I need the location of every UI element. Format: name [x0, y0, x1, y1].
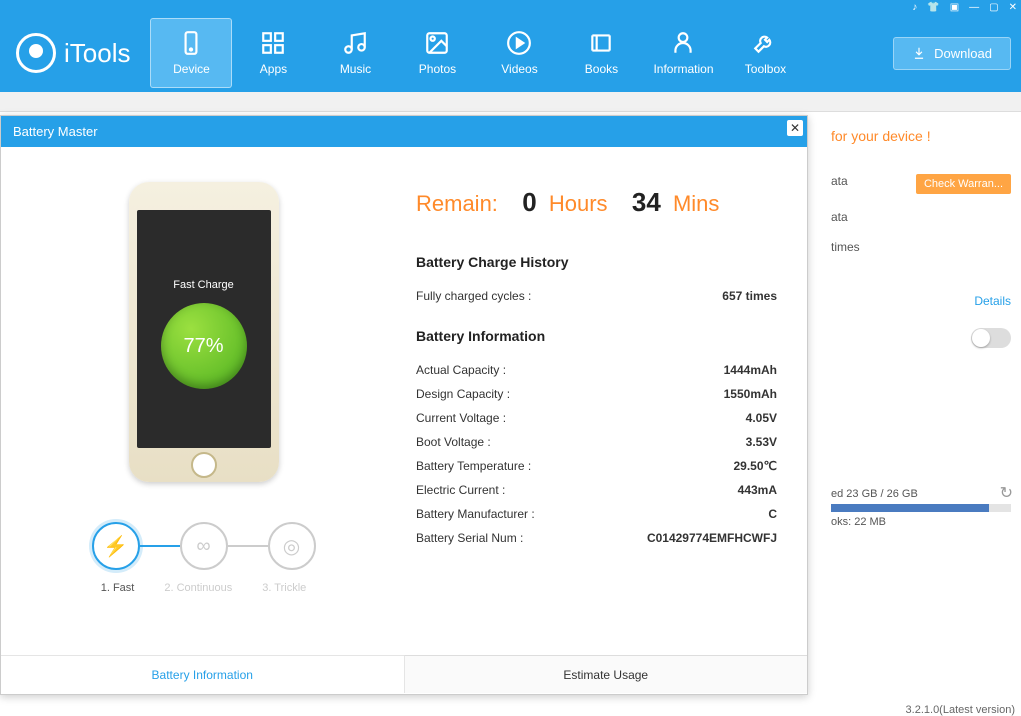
- nav-apps[interactable]: Apps: [232, 14, 314, 92]
- row-cycles: Fully charged cycles : 657 times: [416, 284, 777, 308]
- minimize-icon[interactable]: —: [969, 2, 979, 13]
- maximize-icon[interactable]: ▢: [989, 2, 998, 13]
- version-label: 3.2.1.0(Latest version): [906, 704, 1015, 716]
- nav-information[interactable]: Information: [642, 14, 724, 92]
- modal-header: Battery Master: [1, 116, 807, 147]
- details-link[interactable]: Details: [831, 294, 1011, 308]
- modal-close-button[interactable]: ✕: [787, 120, 803, 136]
- phone-mockup: Fast Charge 77%: [129, 182, 279, 482]
- mode-label-continuous: 2. Continuous: [164, 582, 232, 594]
- storage-text: ed 23 GB / 26 GB: [831, 488, 1011, 500]
- info-side: Remain: 0 Hours 34 Mins Battery Charge H…: [406, 147, 807, 655]
- nav-videos[interactable]: Videos: [478, 14, 560, 92]
- storage-oks: oks: 22 MB: [831, 516, 1011, 528]
- mode-label-fast: 1. Fast: [101, 582, 135, 594]
- app-name: iTools: [64, 38, 130, 69]
- music-icon: [342, 30, 368, 56]
- download-button[interactable]: Download: [893, 37, 1011, 70]
- modal-tabs: Battery Information Estimate Usage: [1, 655, 807, 693]
- titlebar: ♪ 👕 ▣ — ▢ ✕: [0, 0, 1021, 14]
- info-row: Current Voltage :4.05V: [416, 406, 777, 430]
- phone-side: Fast Charge 77% ⚡ ∞ ◎ 1. Fast 2. Continu…: [1, 147, 406, 655]
- remain-time: Remain: 0 Hours 34 Mins: [416, 187, 777, 218]
- info-row: Design Capacity :1550mAh: [416, 382, 777, 406]
- header: iTools Device Apps Music Photos Videos B…: [0, 14, 1021, 92]
- storage-block: ed 23 GB / 26 GB oks: 22 MB ↻: [831, 488, 1011, 528]
- modal-title: Battery Master: [13, 124, 98, 139]
- mode-connector-1: [140, 545, 180, 547]
- music-note-icon[interactable]: ♪: [912, 2, 917, 13]
- history-heading: Battery Charge History: [416, 254, 777, 270]
- mode-label-trickle: 3. Trickle: [262, 582, 306, 594]
- info-row: Battery Temperature :29.50℃: [416, 454, 777, 478]
- sub-bar: [0, 92, 1021, 112]
- toolbox-icon: [752, 30, 778, 56]
- info-row: Boot Voltage :3.53V: [416, 430, 777, 454]
- row-ata1: ata: [831, 174, 848, 188]
- download-icon: [912, 46, 926, 60]
- storage-bar: [831, 504, 1011, 512]
- storage-bar-fill: [831, 504, 989, 512]
- info-row: Actual Capacity :1444mAh: [416, 358, 777, 382]
- tshirt-icon[interactable]: 👕: [927, 2, 939, 13]
- main-nav: Device Apps Music Photos Videos Books In…: [150, 14, 893, 92]
- refresh-icon[interactable]: ↻: [1000, 483, 1013, 503]
- right-panel: for your device ! ata Check Warran... ata…: [831, 128, 1011, 528]
- videos-icon: [506, 30, 532, 56]
- info-row: Electric Current :443mA: [416, 478, 777, 502]
- nav-device[interactable]: Device: [150, 18, 232, 88]
- device-icon: [178, 30, 204, 56]
- info-heading: Battery Information: [416, 328, 777, 344]
- phone-home-button: [191, 452, 217, 478]
- close-window-icon[interactable]: ✕: [1009, 2, 1017, 13]
- row-times: times: [831, 240, 860, 254]
- battery-percent-circle: 77%: [161, 303, 247, 389]
- mode-labels: 1. Fast 2. Continuous 3. Trickle: [101, 582, 307, 594]
- mode-continuous[interactable]: ∞: [180, 522, 228, 570]
- row-ata2: ata: [831, 210, 848, 224]
- promo-text: for your device !: [831, 128, 1011, 144]
- nav-books[interactable]: Books: [560, 14, 642, 92]
- mode-trickle[interactable]: ◎: [268, 522, 316, 570]
- mode-fast[interactable]: ⚡: [92, 522, 140, 570]
- app-logo: iTools: [16, 33, 130, 73]
- charge-modes: ⚡ ∞ ◎: [92, 522, 316, 570]
- info-row: Battery Manufacturer :C: [416, 502, 777, 526]
- logo-icon: [16, 33, 56, 73]
- tab-estimate-usage[interactable]: Estimate Usage: [404, 655, 808, 693]
- nav-photos[interactable]: Photos: [396, 14, 478, 92]
- tab-battery-info[interactable]: Battery Information: [1, 656, 404, 693]
- info-row: Battery Serial Num :C01429774EMFHCWFJ: [416, 526, 777, 550]
- nav-music[interactable]: Music: [314, 14, 396, 92]
- information-icon: [670, 30, 696, 56]
- feedback-icon[interactable]: ▣: [950, 2, 959, 13]
- toggle-switch[interactable]: [971, 328, 1011, 348]
- check-warranty-button[interactable]: Check Warran...: [916, 174, 1011, 194]
- phone-screen: Fast Charge 77%: [137, 210, 271, 448]
- mode-connector-2: [228, 545, 268, 547]
- photos-icon: [424, 30, 450, 56]
- battery-master-modal: Battery Master ✕ Fast Charge 77% ⚡ ∞ ◎ 1…: [0, 115, 808, 695]
- nav-toolbox[interactable]: Toolbox: [724, 14, 806, 92]
- apps-icon: [260, 30, 286, 56]
- charge-mode-label: Fast Charge: [173, 279, 234, 291]
- books-icon: [588, 30, 614, 56]
